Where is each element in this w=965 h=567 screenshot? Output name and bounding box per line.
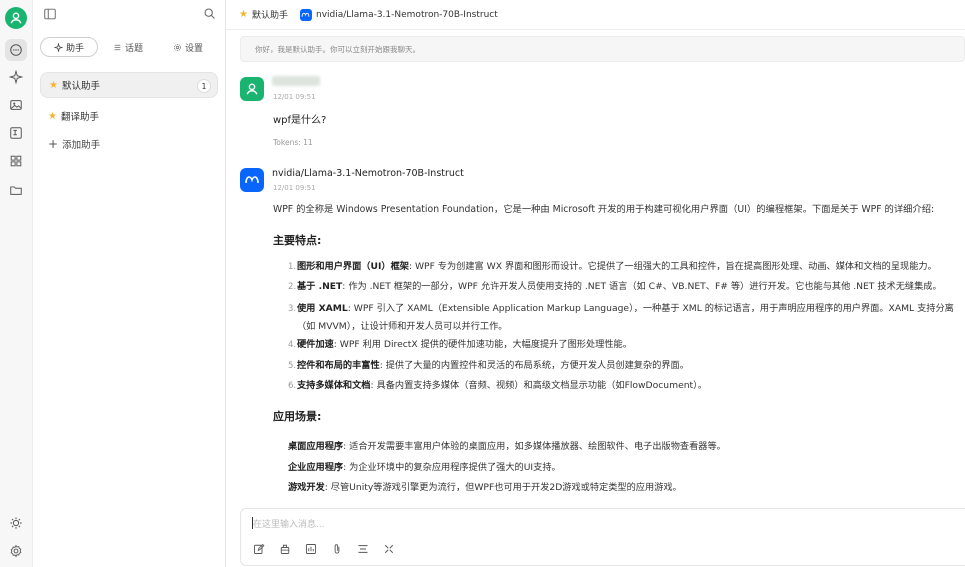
user-name-blurred (272, 76, 320, 86)
list-icon (114, 44, 121, 50)
translate-icon[interactable] (5, 122, 27, 144)
tab-topics[interactable]: 话题 (98, 37, 158, 57)
assistant-item-translate[interactable]: ★ 翻译助手 (40, 103, 218, 129)
assistant-icon[interactable] (277, 541, 293, 557)
list-item: 2.基于 .NET: 作为 .NET 框架的一部分，WPF 允许开发人员使用支持… (288, 281, 942, 292)
topic-count-badge: 1 (197, 79, 211, 93)
chat-main: ★ 默认助手 nvidia/Llama-3.1-Nemotron-70B-Ins… (226, 0, 965, 567)
model-selector[interactable]: nvidia/Llama-3.1-Nemotron-70B-Instruct (299, 8, 498, 21)
star-icon: ★ (48, 110, 57, 122)
system-prompt-text: 你好，我是默认助手。你可以立刻开始跟我聊天。 (255, 44, 420, 54)
tab-label: 设置 (184, 43, 203, 54)
list-item: 1.图形和用户界面（UI）框架: WPF 专为创建富 WX 界面和图形而设计。它… (288, 261, 937, 272)
assistant-item-default[interactable]: ★ 默认助手 1 (40, 72, 218, 98)
assistant-label: 默认助手 (61, 81, 100, 92)
add-assistant-label: 添加助手 (62, 140, 101, 151)
theme-icon[interactable] (5, 512, 27, 534)
attachment-icon[interactable] (329, 541, 345, 557)
meta-logo-icon (240, 168, 264, 192)
web-search-icon[interactable] (303, 541, 319, 557)
sidebar-toggle-icon[interactable] (43, 7, 57, 21)
chat-topbar: ★ 默认助手 nvidia/Llama-3.1-Nemotron-70B-Ins… (226, 0, 965, 30)
sparkle-icon[interactable] (5, 66, 27, 88)
tab-label: 话题 (124, 43, 143, 54)
message-time: 12/01 09:51 (273, 93, 316, 101)
message-input-box: 在这里输入消息... (240, 508, 965, 566)
user-message-text: wpf是什么? (273, 115, 327, 126)
list-item: 游戏开发: 尽管Unity等游戏引擎更为流行，但WPF也可用于开发2D游戏或特定… (288, 482, 682, 493)
system-prompt: 你好，我是默认助手。你可以立刻开始跟我聊天。 (240, 36, 965, 62)
message-time: 12/01 09:51 (273, 184, 316, 192)
gear-icon (174, 43, 181, 51)
chat-icon[interactable] (5, 39, 27, 61)
icon-rail (0, 0, 33, 567)
list-item: 3.使用 XAML: WPF 引入了 XAML（Extensible Appli… (288, 303, 954, 314)
tab-settings[interactable]: 设置 (158, 37, 218, 57)
list-item: 6.支持多媒体和文档: 具备内置支持多媒体（音频、视频）和高级文档显示功能（如F… (288, 380, 707, 391)
sparkle-icon (53, 42, 63, 52)
message-input[interactable]: 在这里输入消息... (253, 517, 325, 530)
search-icon[interactable] (203, 7, 217, 21)
list-item: 4.硬件加速: WPF 利用 DirectX 提供的硬件加速功能，大幅度提升了图… (288, 339, 632, 350)
list-item: 桌面应用程序: 适合开发需要丰富用户体验的桌面应用，如多媒体播放器、绘图软件、电… (288, 441, 726, 452)
assistant-panel: 助手 话题 设置 ★ 默认助手 1 ★ 翻译助手 + 添加助手 (33, 0, 226, 567)
add-assistant-button[interactable]: + 添加助手 (40, 134, 218, 154)
tab-assistants[interactable]: 助手 (40, 37, 98, 57)
folder-icon[interactable] (5, 179, 27, 201)
assistant-list: ★ 默认助手 1 ★ 翻译助手 + 添加助手 (40, 72, 218, 154)
new-topic-icon[interactable] (251, 541, 267, 557)
token-count: Tokens: 11 (273, 138, 313, 147)
clear-icon[interactable] (355, 541, 371, 557)
bot-model-name: nvidia/Llama-3.1-Nemotron-70B-Instruct (272, 168, 464, 179)
current-assistant[interactable]: 默认助手 (252, 8, 288, 21)
image-icon[interactable] (5, 94, 27, 116)
list-item-continued: （如 MVVM），让设计师和开发人员可以并行工作。 (297, 321, 508, 332)
expand-icon[interactable] (381, 541, 397, 557)
star-icon: ★ (49, 79, 58, 91)
panel-tabs: 助手 话题 设置 (40, 36, 218, 58)
list-item: 企业应用程序: 为企业环境中的复杂应用程序提供了强大的UI支持。 (288, 462, 561, 473)
tab-label: 助手 (65, 43, 84, 54)
star-icon: ★ (239, 9, 248, 20)
apps-icon[interactable] (5, 150, 27, 172)
assistant-label: 翻译助手 (60, 112, 99, 123)
features-heading: 主要特点: (273, 234, 322, 247)
meta-logo-icon (299, 8, 312, 21)
model-name: nvidia/Llama-3.1-Nemotron-70B-Instruct (315, 9, 498, 20)
list-item: 5.控件和布局的丰富性: 提供了大量的内置控件和灵活的布局系统，方便开发人员创建… (288, 360, 689, 371)
panel-toolbar (33, 0, 226, 28)
intro-paragraph: WPF 的全称是 Windows Presentation Foundation… (273, 204, 935, 215)
user-avatar-icon[interactable] (5, 7, 27, 29)
settings-icon[interactable] (5, 540, 27, 562)
input-toolbar (251, 541, 397, 557)
user-avatar-icon (240, 77, 264, 101)
scenarios-heading: 应用场景: (273, 410, 322, 423)
plus-icon: + (48, 137, 59, 151)
